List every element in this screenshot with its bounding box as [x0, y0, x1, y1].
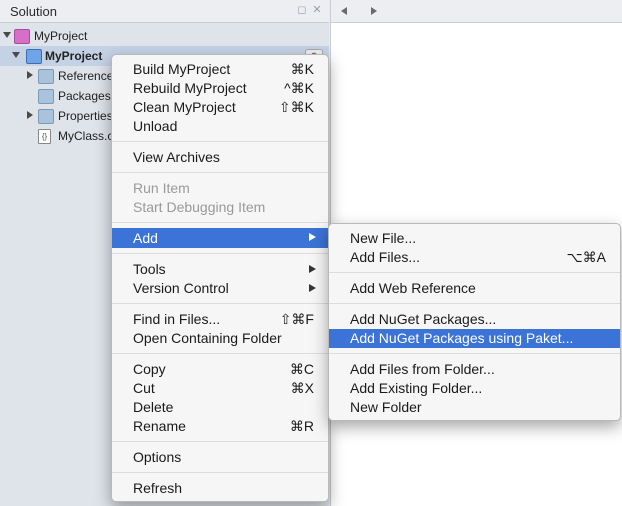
- expand-triangle-icon[interactable]: [27, 111, 33, 119]
- shortcut: ⇧⌘K: [278, 99, 314, 115]
- menu-label: Delete: [133, 399, 174, 415]
- tree-row-solution[interactable]: MyProject: [0, 26, 329, 46]
- submenu-item-add-nuget[interactable]: Add NuGet Packages...: [329, 310, 620, 329]
- menu-label: Add NuGet Packages...: [350, 311, 497, 327]
- menu-separator: [329, 303, 620, 304]
- menu-item-clean[interactable]: Clean MyProject ⇧⌘K: [112, 98, 328, 117]
- shortcut: ⌘K: [290, 61, 314, 77]
- menu-item-copy[interactable]: Copy ⌘C: [112, 360, 328, 379]
- menu-label: Add: [133, 230, 158, 246]
- submenu-arrow-icon: [309, 265, 316, 273]
- menu-separator: [112, 141, 328, 142]
- menu-label: Copy: [133, 361, 166, 377]
- folder-icon: [38, 69, 54, 84]
- menu-label: Unload: [133, 118, 178, 134]
- menu-separator: [112, 472, 328, 473]
- menu-label: View Archives: [133, 149, 220, 165]
- menu-label: New Folder: [350, 399, 422, 415]
- menu-separator: [112, 172, 328, 173]
- menu-separator: [329, 353, 620, 354]
- menu-item-view-archives[interactable]: View Archives: [112, 148, 328, 167]
- collapse-triangle-icon[interactable]: [3, 32, 11, 38]
- submenu-item-add-web-reference[interactable]: Add Web Reference: [329, 279, 620, 298]
- menu-separator: [112, 253, 328, 254]
- menu-label: Build MyProject: [133, 61, 231, 77]
- menu-item-options[interactable]: Options: [112, 448, 328, 467]
- menu-item-delete[interactable]: Delete: [112, 398, 328, 417]
- expand-triangle-icon[interactable]: [27, 71, 33, 79]
- menu-item-find-in-files[interactable]: Find in Files... ⇧⌘F: [112, 310, 328, 329]
- add-submenu: New File... Add Files... ⌥⌘A Add Web Ref…: [328, 223, 621, 421]
- context-menu: Build MyProject ⌘K Rebuild MyProject ^⌘K…: [111, 54, 329, 502]
- menu-item-refresh[interactable]: Refresh: [112, 479, 328, 498]
- shortcut: ⌥⌘A: [566, 249, 606, 265]
- menu-label: Version Control: [133, 280, 229, 296]
- solution-pad-title: Solution: [10, 4, 57, 19]
- shortcut: ⇧⌘F: [279, 311, 314, 327]
- shortcut: ⌘R: [289, 418, 314, 434]
- menu-label: New File...: [350, 230, 417, 246]
- submenu-arrow-icon: [309, 233, 316, 241]
- submenu-arrow-icon: [309, 284, 316, 292]
- menu-label: Tools: [133, 261, 166, 277]
- menu-separator: [329, 272, 620, 273]
- shortcut: ⌘C: [289, 361, 314, 377]
- folder-icon: [38, 109, 54, 124]
- shortcut: ⌘X: [290, 380, 314, 396]
- project-label: MyProject: [45, 49, 103, 63]
- menu-label: Start Debugging Item: [133, 199, 266, 215]
- menu-separator: [112, 441, 328, 442]
- back-arrow-icon[interactable]: [341, 7, 347, 15]
- solution-label: MyProject: [34, 29, 88, 43]
- menu-item-add[interactable]: Add: [112, 228, 328, 248]
- menu-label: Add Files from Folder...: [350, 361, 495, 377]
- menu-label: Options: [133, 449, 182, 465]
- project-icon: [26, 49, 42, 64]
- submenu-item-new-folder[interactable]: New Folder: [329, 398, 620, 417]
- menu-item-rename[interactable]: Rename ⌘R: [112, 417, 328, 436]
- minimize-pad-icon[interactable]: ◻: [296, 4, 308, 16]
- close-pad-icon[interactable]: ✕: [311, 4, 323, 16]
- submenu-item-new-file[interactable]: New File...: [329, 229, 620, 248]
- menu-item-rebuild[interactable]: Rebuild MyProject ^⌘K: [112, 79, 328, 98]
- menu-item-start-debugging: Start Debugging Item: [112, 198, 328, 217]
- submenu-item-add-files-from-folder[interactable]: Add Files from Folder...: [329, 360, 620, 379]
- menu-item-version-control[interactable]: Version Control: [112, 279, 328, 298]
- folder-icon: [38, 89, 54, 104]
- shortcut: ^⌘K: [284, 80, 314, 96]
- collapse-triangle-icon[interactable]: [12, 52, 20, 58]
- menu-item-build[interactable]: Build MyProject ⌘K: [112, 60, 328, 79]
- menu-label: Cut: [133, 380, 155, 396]
- submenu-item-add-existing-folder[interactable]: Add Existing Folder...: [329, 379, 620, 398]
- menu-label: Add Files...: [350, 249, 421, 265]
- menu-item-unload[interactable]: Unload: [112, 117, 328, 136]
- menu-item-open-containing-folder[interactable]: Open Containing Folder: [112, 329, 328, 348]
- menu-label: Refresh: [133, 480, 183, 496]
- menu-label: Open Containing Folder: [133, 330, 282, 346]
- menu-label: Run Item: [133, 180, 190, 196]
- submenu-item-add-files[interactable]: Add Files... ⌥⌘A: [329, 248, 620, 267]
- menu-separator: [112, 222, 328, 223]
- menu-item-run-item: Run Item: [112, 179, 328, 198]
- menu-label: Add Web Reference: [350, 280, 476, 296]
- menu-item-tools[interactable]: Tools: [112, 260, 328, 279]
- menu-label: Clean MyProject: [133, 99, 236, 115]
- menu-separator: [112, 353, 328, 354]
- menu-label: Find in Files...: [133, 311, 221, 327]
- editor-header: [331, 0, 622, 23]
- packages-label: Packages: [58, 89, 111, 103]
- properties-label: Properties: [58, 109, 113, 123]
- menu-label: Add NuGet Packages using Paket...: [350, 330, 574, 346]
- cs-file-icon: {}: [38, 129, 51, 144]
- solution-icon: [14, 29, 30, 44]
- forward-arrow-icon[interactable]: [371, 7, 377, 15]
- menu-label: Add Existing Folder...: [350, 380, 483, 396]
- solution-pad-header: Solution ◻ ✕: [0, 0, 329, 23]
- menu-label: Rename: [133, 418, 186, 434]
- submenu-item-add-nuget-paket[interactable]: Add NuGet Packages using Paket...: [329, 329, 620, 348]
- menu-separator: [112, 303, 328, 304]
- menu-label: Rebuild MyProject: [133, 80, 247, 96]
- menu-item-cut[interactable]: Cut ⌘X: [112, 379, 328, 398]
